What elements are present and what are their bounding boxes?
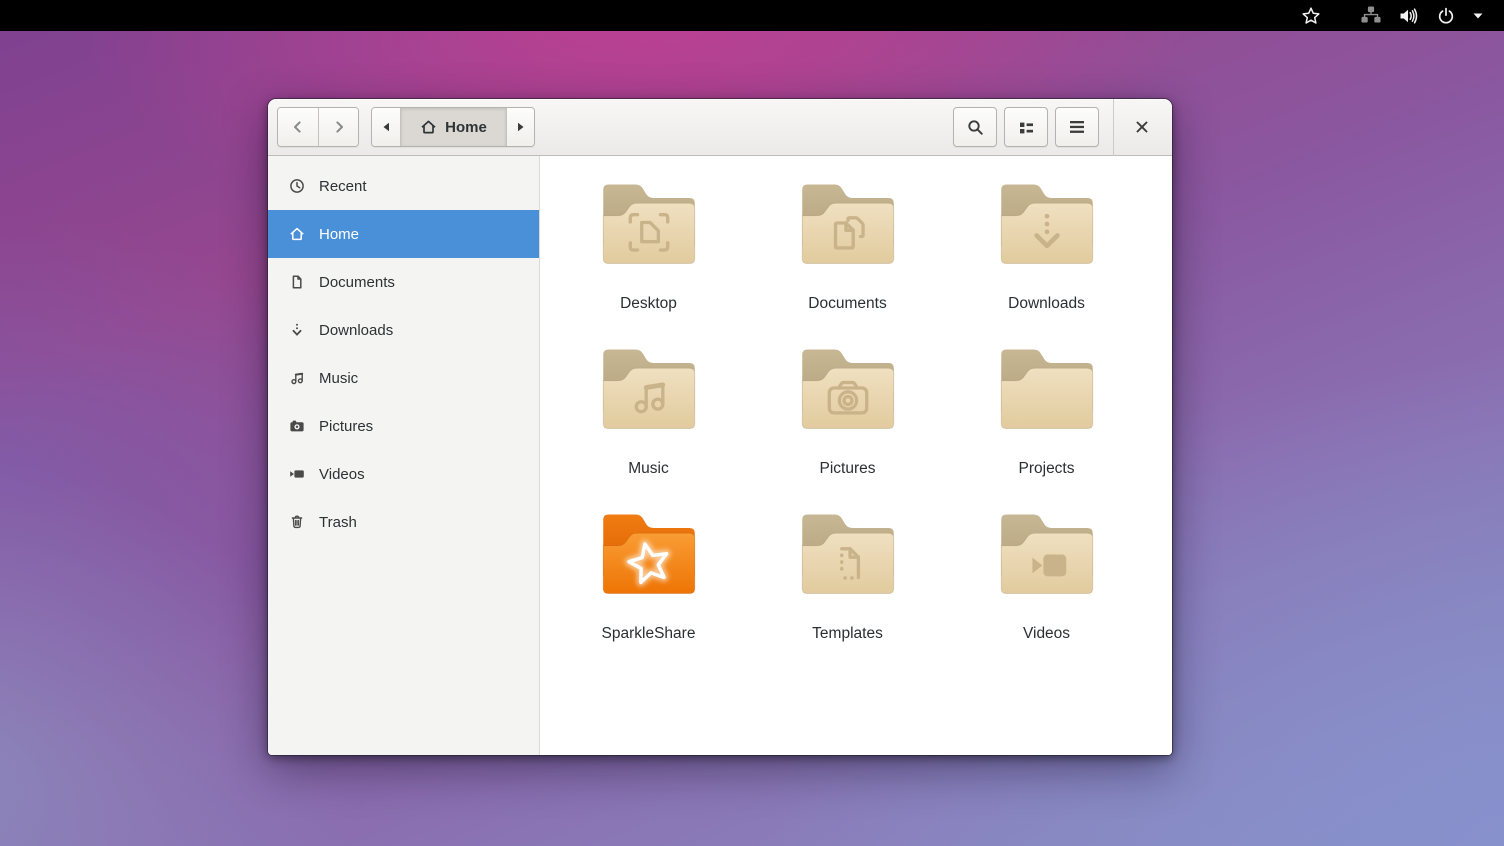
file-item-videos[interactable]: Videos — [947, 501, 1146, 666]
folder-icon-orange — [597, 501, 701, 605]
file-item-templates[interactable]: Templates — [748, 501, 947, 666]
video-camera-icon — [289, 466, 305, 482]
sidebar-item-videos[interactable]: Videos — [268, 450, 539, 498]
file-label: Pictures — [820, 460, 876, 478]
sidebar-item-documents[interactable]: Documents — [268, 258, 539, 306]
file-item-projects[interactable]: Projects — [947, 336, 1146, 501]
file-label: Documents — [808, 295, 886, 313]
window-body: Recent Home Documents — [268, 156, 1172, 755]
folder-icon — [597, 171, 701, 275]
sidebar-item-label: Documents — [319, 274, 395, 291]
favorites-star-icon[interactable] — [1292, 0, 1330, 31]
close-button[interactable] — [1126, 107, 1158, 147]
folder-icon — [995, 336, 1099, 440]
folder-icon — [796, 501, 900, 605]
sidebar-item-trash[interactable]: Trash — [268, 498, 539, 546]
camera-icon — [289, 418, 305, 434]
path-bar: Home — [371, 107, 535, 147]
sidebar-item-label: Music — [319, 370, 358, 387]
top-bar — [0, 0, 1504, 31]
file-label: Music — [628, 460, 668, 478]
path-location-label: Home — [445, 119, 487, 136]
file-item-desktop[interactable]: Desktop — [549, 171, 748, 336]
file-item-documents[interactable]: Documents — [748, 171, 947, 336]
file-label: Downloads — [1008, 295, 1085, 313]
document-page-icon — [289, 274, 305, 290]
file-item-music[interactable]: Music — [549, 336, 748, 501]
places-sidebar: Recent Home Documents — [268, 156, 540, 755]
file-label: Desktop — [620, 295, 677, 313]
menu-button[interactable] — [1055, 107, 1099, 147]
path-next-button[interactable] — [506, 108, 534, 146]
headerbar-separator — [1113, 99, 1114, 156]
back-button[interactable] — [278, 108, 318, 146]
clock-icon — [289, 178, 305, 194]
folder-icon — [995, 171, 1099, 275]
file-manager-window: Home — [268, 99, 1172, 755]
sidebar-item-label: Trash — [319, 514, 357, 531]
file-label: Videos — [1023, 625, 1070, 643]
sidebar-item-home[interactable]: Home — [268, 210, 539, 258]
sidebar-item-downloads[interactable]: Downloads — [268, 306, 539, 354]
headerbar: Home — [268, 99, 1172, 156]
dropdown-chevron-icon[interactable] — [1464, 0, 1492, 31]
sidebar-item-recent[interactable]: Recent — [268, 162, 539, 210]
house-icon — [289, 226, 305, 242]
sidebar-item-label: Videos — [319, 466, 365, 483]
view-toggle-button[interactable] — [1004, 107, 1048, 147]
folder-icon — [796, 171, 900, 275]
network-tree-icon[interactable] — [1352, 0, 1390, 31]
forward-button[interactable] — [318, 108, 358, 146]
sidebar-item-label: Home — [319, 226, 359, 243]
search-button[interactable] — [953, 107, 997, 147]
download-arrow-icon — [289, 322, 305, 338]
folder-icon — [597, 336, 701, 440]
home-icon — [420, 119, 437, 135]
file-item-pictures[interactable]: Pictures — [748, 336, 947, 501]
file-label: Templates — [812, 625, 883, 643]
file-grid: Desktop Documents Downloads — [540, 156, 1172, 755]
history-nav-group — [277, 107, 359, 147]
file-label: SparkleShare — [602, 625, 696, 643]
file-item-downloads[interactable]: Downloads — [947, 171, 1146, 336]
file-label: Projects — [1019, 460, 1075, 478]
sidebar-item-pictures[interactable]: Pictures — [268, 402, 539, 450]
sidebar-item-label: Recent — [319, 178, 367, 195]
sidebar-item-music[interactable]: Music — [268, 354, 539, 402]
trash-can-icon — [289, 514, 305, 530]
volume-icon[interactable] — [1390, 0, 1428, 31]
music-notes-icon — [289, 370, 305, 386]
folder-icon — [995, 501, 1099, 605]
path-previous-button[interactable] — [372, 108, 400, 146]
path-home-button[interactable]: Home — [400, 108, 506, 146]
sidebar-item-label: Downloads — [319, 322, 393, 339]
sidebar-item-label: Pictures — [319, 418, 373, 435]
folder-icon — [796, 336, 900, 440]
power-icon[interactable] — [1428, 0, 1464, 31]
file-item-sparkleshare[interactable]: SparkleShare — [549, 501, 748, 666]
